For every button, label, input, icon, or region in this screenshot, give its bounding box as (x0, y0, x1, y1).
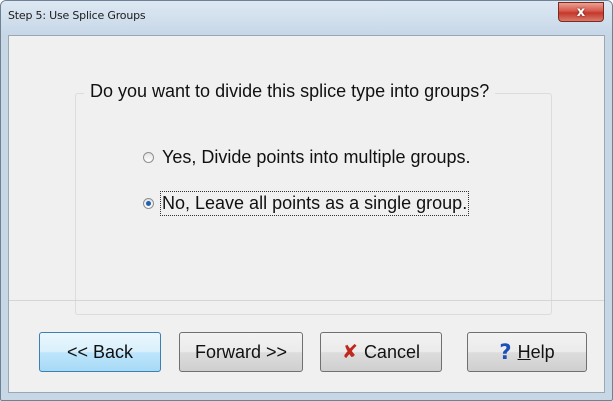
window-title: Step 5: Use Splice Groups (8, 9, 146, 22)
question-icon: ? (499, 340, 512, 364)
back-button-label: << Back (66, 341, 134, 362)
radio-selected-dot (146, 201, 151, 206)
dialog-window: Step 5: Use Splice Groups x Do you want … (0, 0, 613, 401)
radio-no-label[interactable]: No, Leave all points as a single group. (159, 191, 470, 216)
x-icon: ✘ (342, 341, 358, 363)
groupbox-question: Do you want to divide this splice type i… (84, 81, 496, 102)
radio-no-single-group[interactable]: No, Leave all points as a single group. (143, 191, 470, 216)
radio-yes-indicator[interactable] (143, 152, 154, 163)
forward-button-label: Forward >> (194, 341, 288, 362)
close-icon: x (576, 4, 586, 20)
title-bar[interactable]: Step 5: Use Splice Groups x (1, 1, 612, 35)
forward-button[interactable]: Forward >> (179, 332, 303, 372)
dialog-body: Do you want to divide this splice type i… (8, 35, 605, 393)
radio-yes-divide-groups[interactable]: Yes, Divide points into multiple groups. (143, 147, 471, 168)
cancel-button[interactable]: ✘ Cancel (320, 332, 442, 372)
radio-no-indicator[interactable] (143, 198, 154, 209)
help-mnemonic: H (517, 341, 531, 362)
footer-separator (9, 300, 604, 301)
help-label-rest: elp (530, 341, 555, 362)
help-button-label: Help (518, 342, 555, 363)
back-button[interactable]: << Back (39, 332, 161, 372)
cancel-button-label: Cancel (363, 341, 420, 362)
radio-yes-label[interactable]: Yes, Divide points into multiple groups. (162, 147, 471, 168)
help-button[interactable]: ? Help (467, 332, 587, 372)
close-button[interactable]: x (558, 2, 604, 22)
split-groups-groupbox: Do you want to divide this splice type i… (75, 81, 552, 315)
